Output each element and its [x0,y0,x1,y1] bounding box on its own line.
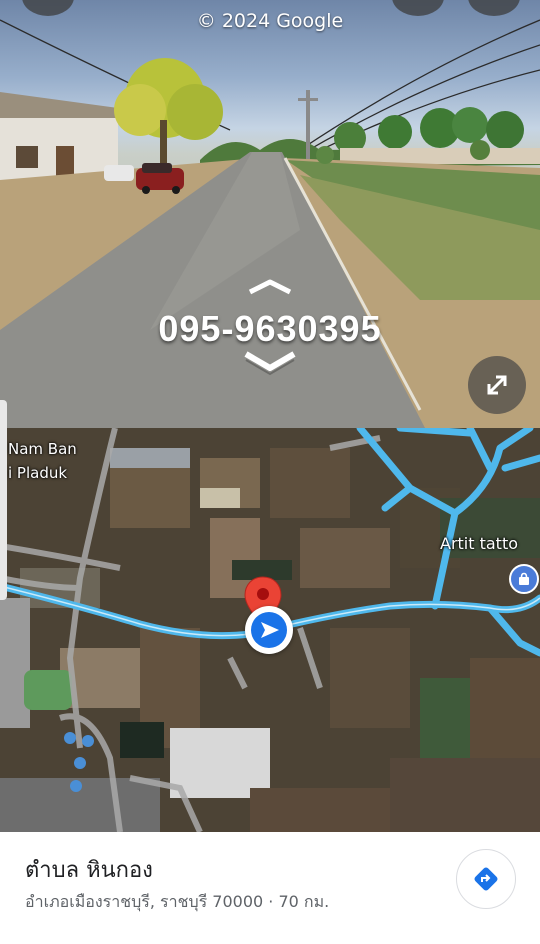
street-view-panel[interactable]: © 2024 Google 095-9630395 [0,0,540,428]
directions-icon [474,867,498,891]
directions-button[interactable] [456,849,516,909]
poi-label[interactable]: Artit tatto [440,534,518,553]
shopping-bag-icon[interactable] [509,564,539,594]
navigation-arrow-icon [251,612,287,648]
map-place-label: Nam Ban [8,440,77,458]
drag-handle[interactable] [0,400,7,600]
place-address: อำเภอเมืองราชบุรี, ราชบุรี 70000 · 70 กม… [25,892,330,911]
chevron-up-icon[interactable] [242,276,298,298]
current-location-marker [245,606,293,654]
place-title: ตำบล หินกอง [25,858,153,883]
map-place-label-2: i Pladuk [8,464,68,482]
expand-icon [487,375,507,395]
phone-number-overlay: 095-9630395 [158,308,382,349]
expand-button[interactable] [468,356,526,414]
chevron-down-icon[interactable] [242,348,298,378]
place-info-sheet[interactable]: ตำบล หินกอง อำเภอเมืองราชบุรี, ราชบุรี 7… [0,832,540,944]
copyright-text: © 2024 Google [196,10,344,32]
